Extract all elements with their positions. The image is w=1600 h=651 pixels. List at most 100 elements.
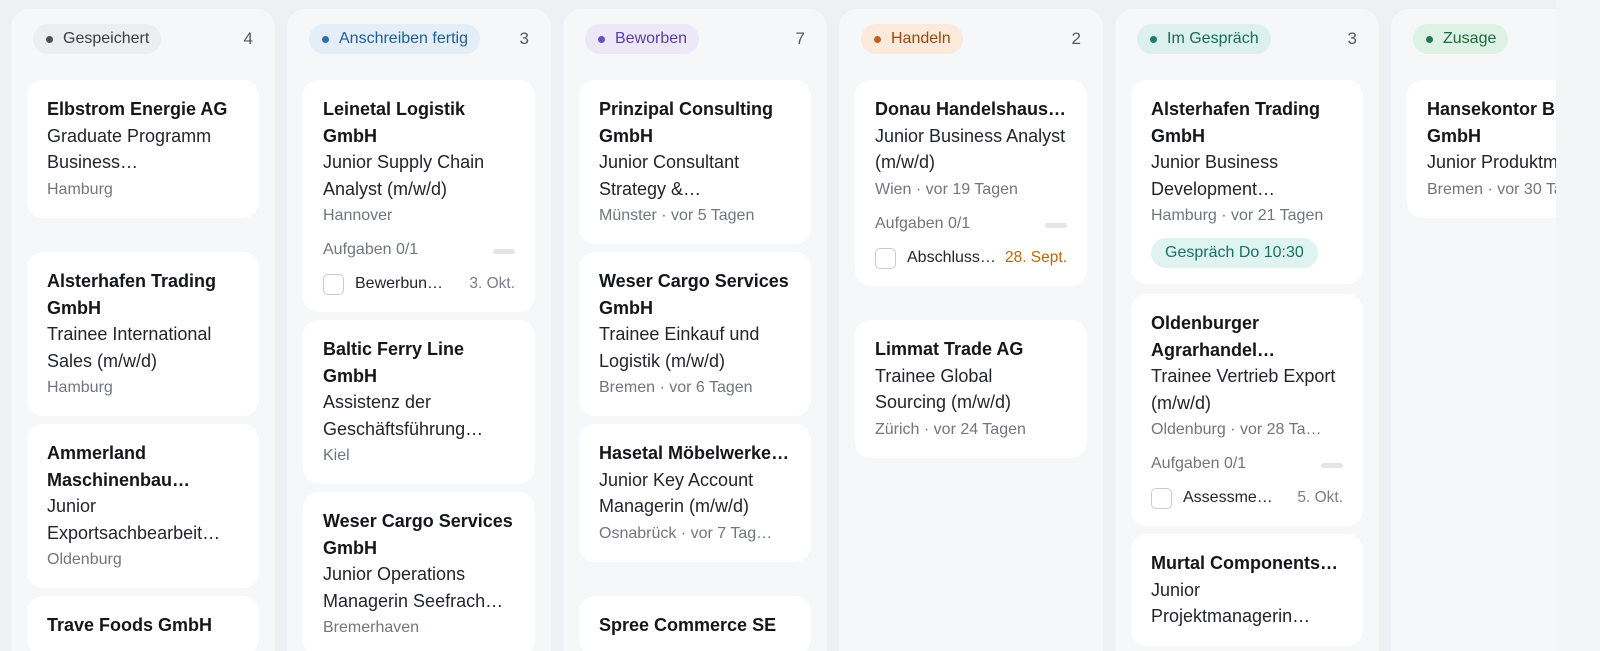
task-name: Assessment Center <box>1183 489 1275 506</box>
column-count: 2 <box>1071 29 1081 48</box>
task-item[interactable]: Assessment Center 5. Okt. <box>1151 486 1343 510</box>
task-name: Bewerbungsunterlagen <box>355 275 447 292</box>
company-name: Weser Cargo Services GmbH <box>599 271 789 318</box>
column-label: Gespeichert <box>63 30 150 47</box>
column-header: Beworben 7 <box>585 24 805 54</box>
location-meta: Oldenburg · vor 28 Ta… <box>1151 421 1322 438</box>
status-dot-icon <box>1150 35 1157 43</box>
column-header: Im Gespräch 3 <box>1137 24 1357 54</box>
column-label: Handeln <box>891 30 951 47</box>
board-column: Zusage Hansekontor Bremen GmbH Junior Prod… <box>1391 9 1556 651</box>
job-card[interactable]: Murtal Components… Junior Projektmanageri… <box>1131 534 1363 646</box>
job-title: Trainee Global Sourcing (m/w/d) <box>875 365 1012 413</box>
job-title: Junior Consultant Strategy &… <box>599 152 740 199</box>
task-due-date: 3. Okt. <box>469 275 515 292</box>
job-card[interactable]: Prinzipal Consulting GmbH Junior Consulta… <box>579 80 811 244</box>
job-title: Junior Supply Chain Analyst (m/w/d) <box>323 152 485 199</box>
job-card[interactable]: Alsterhafen Trading GmbH Junior Business … <box>1131 80 1363 284</box>
company-name: Limmat Trade AG <box>875 339 1024 359</box>
column-status-pill[interactable]: Anschreiben fertig <box>309 24 480 54</box>
job-title: Junior Produktmanager <box>1427 152 1556 172</box>
task-item[interactable]: Abschlussgespräch 28. Sept. <box>875 246 1067 270</box>
company-name: Leinetal Logistik GmbH <box>323 99 466 146</box>
column-label: Zusage <box>1443 30 1497 47</box>
job-title: Trainee Vertrieb Export (m/w/d) <box>1151 366 1336 413</box>
column-header: Gespeichert 4 <box>33 24 253 54</box>
job-card[interactable]: Baltic Ferry Line GmbH Assistenz der Gesc… <box>303 320 535 484</box>
column-status-pill[interactable]: Im Gespräch <box>1137 24 1271 54</box>
column-header: Zusage <box>1413 24 1556 54</box>
status-dot-icon <box>874 35 881 43</box>
job-card[interactable]: Trave Foods GmbH <box>27 596 259 651</box>
kanban-board: Gespeichert 4 Elbstrom Energie AG Graduate … <box>0 0 1556 651</box>
location-meta: Osnabrück · vor 7 Tag… <box>599 524 773 542</box>
job-card[interactable]: Weser Cargo Services GmbH Trainee Einkauf… <box>579 252 811 416</box>
company-name: Oldenburger Agrarhandel… <box>1151 313 1276 360</box>
column-status-pill[interactable]: Handeln <box>861 24 963 54</box>
board-column: Gespeichert 4 Elbstrom Energie AG Graduate … <box>11 9 275 651</box>
column-status-pill[interactable]: Gespeichert <box>33 24 162 54</box>
column-status-pill[interactable]: Zusage <box>1413 24 1509 54</box>
task-checkbox[interactable] <box>875 247 896 269</box>
board-column: Handeln 2 Donau Handelshaus… Junior Busines… <box>839 9 1103 651</box>
column-header: Handeln 2 <box>861 24 1081 54</box>
column-count: 4 <box>243 29 253 48</box>
location-meta: Bremen · vor 30 Tagen <box>1427 180 1556 198</box>
tasks-progress-bar <box>493 249 515 254</box>
company-name: Ammerland Maschinenbau… <box>47 443 191 490</box>
job-title: Junior Exportsachbearbeit… <box>47 496 221 543</box>
tasks-label: Aufgaben 0/1 <box>323 241 419 258</box>
column-status-pill[interactable]: Beworben <box>585 24 700 54</box>
location-meta: Hamburg · vor 21 Tagen <box>1151 207 1324 224</box>
column-count: 3 <box>1347 29 1357 48</box>
board-column: Beworben 7 Prinzipal Consulting GmbH Junior… <box>563 9 827 651</box>
status-dot-icon <box>322 35 329 43</box>
tasks-label: Aufgaben 0/1 <box>1151 455 1247 472</box>
job-title: Junior Projektmanagerin… <box>1151 579 1311 627</box>
task-checkbox[interactable] <box>323 274 344 295</box>
company-name: Alsterhafen Trading GmbH <box>1151 99 1321 146</box>
job-card[interactable]: Alsterhafen Trading GmbH Trainee Internat… <box>27 252 259 416</box>
board-scroll-area[interactable] <box>1556 0 1600 651</box>
board-column: Anschreiben fertig 3 Leinetal Logistik Gmb… <box>287 9 551 651</box>
job-title: Junior Business Development… <box>1151 152 1279 199</box>
job-card[interactable]: Leinetal Logistik GmbH Junior Supply Chai… <box>303 80 535 312</box>
job-card[interactable]: Spree Commerce SE <box>579 596 811 651</box>
tasks-summary: Aufgaben 0/1 <box>1151 452 1343 476</box>
location-meta: Bremerhaven <box>323 619 420 636</box>
job-title: Trainee Einkauf und Logistik (m/w/d) <box>599 324 760 371</box>
column-label: Im Gespräch <box>1167 30 1259 47</box>
interview-badge: Gespräch Do 10:30 <box>1151 238 1318 268</box>
job-title: Junior Operations Managerin Seefrach… <box>323 564 504 611</box>
location-meta: Hannover <box>323 207 393 224</box>
company-name: Elbstrom Energie AG <box>47 99 228 119</box>
location-meta: Hamburg <box>47 180 113 198</box>
company-name: Murtal Components… <box>1151 553 1338 573</box>
job-card[interactable]: Oldenburger Agrarhandel… Trainee Vertrieb… <box>1131 294 1363 526</box>
company-name: Hasetal Möbelwerke… <box>599 443 790 463</box>
company-name: Hansekontor Bremen GmbH <box>1427 99 1556 146</box>
column-count: 7 <box>795 29 805 48</box>
job-card[interactable]: Weser Cargo Services GmbH Junior Operatio… <box>303 492 535 651</box>
task-item[interactable]: Bewerbungsunterlagen 3. Okt. <box>323 272 515 296</box>
job-title: Junior Business Analyst (m/w/d) <box>875 125 1066 173</box>
task-name: Abschlussgespräch <box>907 248 999 266</box>
tasks-label: Aufgaben 0/1 <box>875 214 971 232</box>
company-name: Weser Cargo Services GmbH <box>323 511 513 558</box>
job-title: Junior Key Account Managerin (m/w/d) <box>599 469 754 517</box>
job-card[interactable]: Donau Handelshaus… Junior Business Analys… <box>855 80 1087 286</box>
tasks-progress-bar <box>1045 222 1067 228</box>
location-meta: Zürich · vor 24 Tagen <box>875 420 1026 438</box>
column-header: Anschreiben fertig 3 <box>309 24 529 54</box>
job-card[interactable]: Hansekontor Bremen GmbH Junior Produktman… <box>1407 80 1556 218</box>
task-checkbox[interactable] <box>1151 488 1172 509</box>
tasks-progress-bar <box>1321 463 1343 468</box>
company-name: Spree Commerce SE <box>599 615 777 635</box>
status-dot-icon <box>46 35 53 43</box>
location-meta: Kiel <box>323 447 350 464</box>
job-card[interactable]: Ammerland Maschinenbau… Junior Exportsach… <box>27 424 259 588</box>
job-card[interactable]: Limmat Trade AG Trainee Global Sourcing (… <box>855 320 1087 458</box>
job-card[interactable]: Hasetal Möbelwerke… Junior Key Account Ma… <box>579 424 811 562</box>
job-card[interactable]: Elbstrom Energie AG Graduate Programm Bus… <box>27 80 259 218</box>
status-dot-icon <box>598 35 605 43</box>
